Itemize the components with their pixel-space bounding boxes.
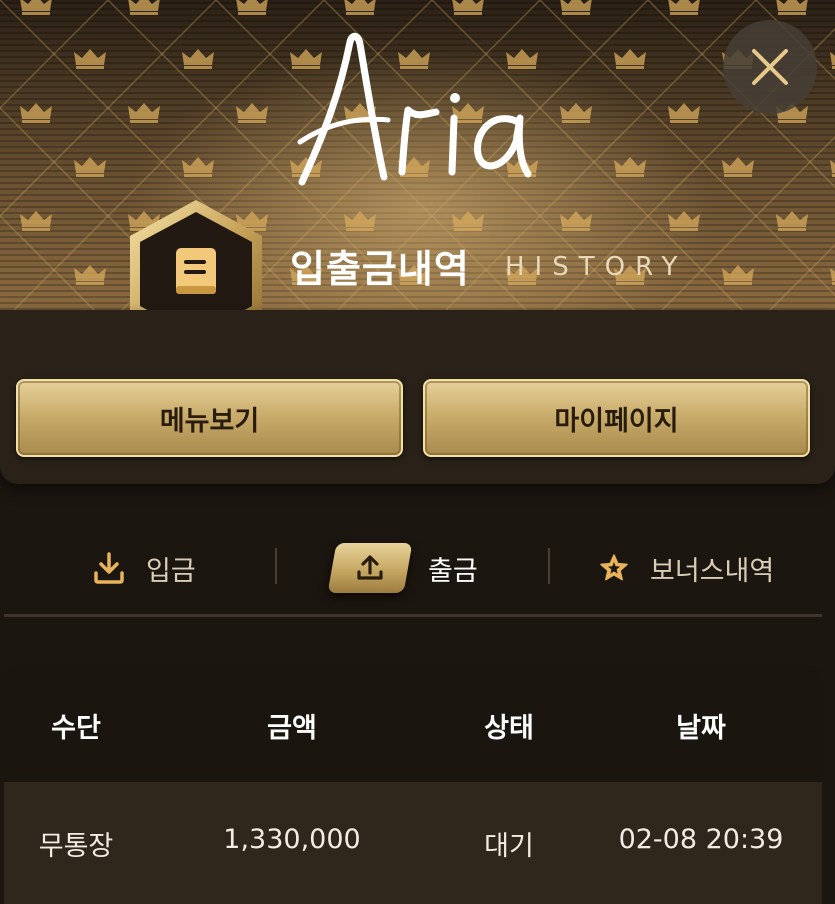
crown-ornament	[668, 103, 700, 123]
menu-panel: 메뉴보기 마이페이지	[0, 310, 835, 484]
crown-ornament	[182, 157, 214, 177]
crown-ornament	[668, 0, 700, 15]
crown-ornament	[830, 160, 835, 177]
crown-ornament	[830, 52, 835, 69]
crown-ornament	[236, 0, 268, 15]
close-button[interactable]	[723, 20, 817, 114]
header-banner: 입출금내역 HISTORY	[0, 0, 835, 310]
table-header: 수단 금액 상태 날짜	[4, 664, 822, 782]
tab-divider	[275, 548, 277, 584]
crown-ornament	[776, 211, 808, 231]
tab-withdraw-label: 출금	[428, 555, 478, 587]
my-page-button[interactable]: 마이페이지	[423, 379, 810, 457]
upload-icon	[357, 555, 383, 580]
history-screen: 입출금내역 HISTORY 메뉴보기 마이페이지 입금 출금 보너스내역 수단 …	[0, 0, 835, 904]
close-icon	[752, 49, 788, 85]
crown-ornament	[776, 0, 808, 15]
crown-ornament	[830, 268, 835, 285]
crown-ornament	[722, 157, 754, 177]
tab-bonus-label: 보너스내역	[650, 555, 775, 587]
column-header-date: 날짜	[676, 713, 726, 744]
tab-deposit[interactable]: 입금	[92, 530, 196, 606]
crown-ornament	[560, 0, 592, 15]
crown-ornament	[344, 0, 376, 15]
crown-ornament	[128, 103, 160, 123]
history-tabs: 입금 출금 보너스내역	[0, 530, 835, 610]
crown-ornament	[452, 211, 484, 231]
aria-logo	[297, 32, 532, 186]
page-title: 입출금내역	[290, 247, 470, 291]
download-icon	[92, 551, 126, 585]
tab-divider	[548, 548, 550, 584]
history-table: 수단 금액 상태 날짜 무통장 1,330,000 대기 02-08 20:39	[4, 664, 822, 904]
column-header-status: 상태	[484, 713, 534, 744]
crown-ornament	[20, 0, 52, 15]
table-row[interactable]: 무통장 1,330,000 대기 02-08 20:39	[4, 782, 822, 904]
menu-view-button[interactable]: 메뉴보기	[16, 379, 403, 457]
crown-ornament	[452, 0, 484, 15]
star-icon	[598, 552, 630, 584]
crown-ornament	[344, 211, 376, 231]
ledger-book-icon	[176, 248, 216, 294]
tab-deposit-label: 입금	[146, 555, 196, 587]
cell-amount: 1,330,000	[223, 824, 361, 855]
crown-ornament	[236, 103, 268, 123]
tab-bonus-history[interactable]: 보너스내역	[598, 530, 774, 606]
withdraw-tab-chip	[327, 543, 413, 593]
crown-ornament	[74, 265, 106, 285]
crown-ornament	[722, 265, 754, 285]
crown-ornament	[128, 0, 160, 15]
crown-ornament	[614, 157, 646, 177]
column-header-method: 수단	[51, 713, 101, 744]
history-badge	[130, 200, 262, 310]
tab-underline	[4, 614, 822, 617]
tab-withdraw[interactable]: 출금	[327, 530, 478, 606]
crown-ornament	[182, 49, 214, 69]
crown-ornament	[74, 49, 106, 69]
cell-date: 02-08 20:39	[618, 824, 784, 855]
column-header-amount: 금액	[267, 713, 317, 744]
cell-method: 무통장	[38, 831, 114, 862]
crown-ornament	[560, 211, 592, 231]
crown-ornament	[20, 211, 52, 231]
crown-ornament	[74, 157, 106, 177]
crown-ornament	[20, 103, 52, 123]
crown-ornament	[614, 49, 646, 69]
page-subtitle: HISTORY	[505, 252, 688, 282]
crown-ornament	[668, 211, 700, 231]
cell-status: 대기	[484, 831, 534, 862]
crown-ornament	[560, 103, 592, 123]
